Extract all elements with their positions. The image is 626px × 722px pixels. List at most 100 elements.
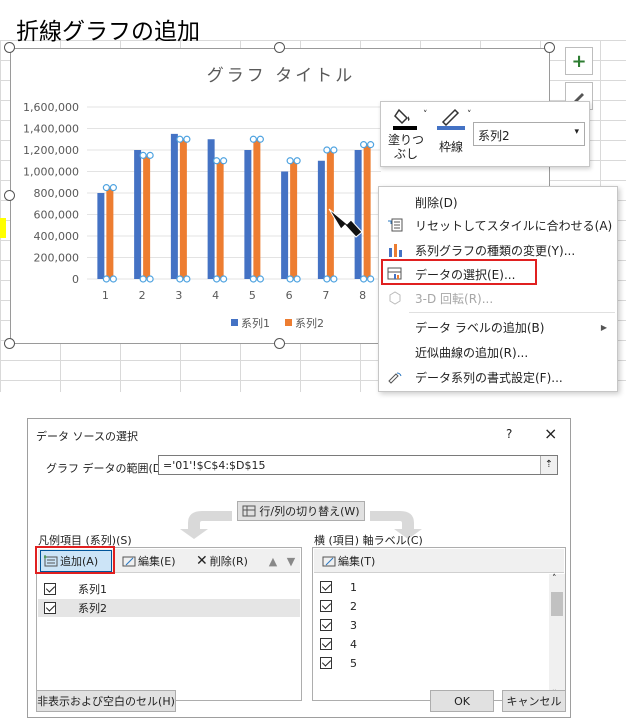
outline-dropdown-chevron-icon[interactable]: ˅ [467,110,472,120]
range-collapse-button[interactable]: ⇡ [540,456,557,474]
menu-item-add-data-labels[interactable]: データ ラベルの追加(B) ▶ [379,316,617,338]
series-checkbox[interactable] [44,583,56,595]
menu-item-delete[interactable]: 削除(D) [379,191,617,213]
axis-checkbox[interactable] [320,600,332,612]
scroll-up-icon[interactable]: ˄ [552,574,557,584]
chart-bar[interactable] [216,160,224,279]
menu-item-change-chart-type[interactable]: 系列グラフの種類の変更(Y)... [379,239,617,261]
help-button[interactable]: ? [506,427,512,441]
chart-bar[interactable] [179,139,187,279]
resize-handle-left-mid[interactable] [4,190,15,201]
series-name: 系列2 [78,602,107,615]
cancel-button[interactable]: キャンセル [502,690,566,712]
edit-series-button[interactable]: 編集(E) [118,550,186,572]
series-list-item-selected[interactable]: 系列2 [38,599,300,617]
x-tick-label: 1 [102,289,109,302]
x-tick-label: 3 [175,289,182,302]
x-tick-label: 6 [286,289,293,302]
axis-label-item[interactable]: 2 [314,597,550,615]
fill-button[interactable]: 塗りつ ぶし [387,106,425,164]
chart-type-icon [389,244,402,257]
pen-icon [441,108,460,126]
move-down-button[interactable]: ▼ [282,550,300,572]
menu-item-format-data-series[interactable]: データ系列の書式設定(F)... [379,366,617,388]
scrollbar-thumb[interactable] [551,592,563,616]
y-tick-label: 1,200,000 [23,144,79,157]
move-up-button[interactable]: ▲ [264,550,282,572]
selection-marker [102,275,110,283]
close-icon[interactable]: × [544,424,557,443]
axis-label-value: 1 [350,580,357,594]
fill-label-line2: ぶし [393,147,418,161]
chart-bar[interactable] [134,150,142,279]
series-checkbox[interactable] [44,602,56,614]
menu-item-reset-style[interactable]: リセットしてスタイルに合わせる(A) [379,214,617,236]
series-selector-dropdown[interactable]: 系列2 ▾ [473,122,585,146]
range-input[interactable]: ='01'!$C$4:$D$15 [158,455,558,475]
x-tick-label: 2 [139,289,146,302]
selection-marker [256,275,264,283]
selection-marker [220,275,228,283]
axis-labels-header: 横 (項目) 軸ラベル(C) [314,534,423,547]
resize-handle-top-right[interactable] [544,42,555,53]
chart-bar[interactable] [97,193,105,279]
selection-marker [330,275,338,283]
delete-button-label: 削除(R) [209,555,248,568]
chart-bar[interactable] [244,150,252,279]
axis-checkbox[interactable] [320,657,332,669]
menu-item-add-trendline[interactable]: 近似曲線の追加(R)... [379,341,617,363]
delete-series-button[interactable]: ✕ 削除(R) [192,550,260,572]
axis-label-item[interactable]: 1 [314,578,550,596]
chart-bar[interactable] [317,160,325,279]
switch-row-column-button[interactable]: 行/列の切り替え(W) [237,501,365,521]
fill-label-line1: 塗りつ [387,133,425,147]
axis-list-scrollbar[interactable]: ˄ ˅ [549,574,565,700]
selection-marker [360,275,368,283]
menu-item-label: 3-D 回転(R)... [415,291,494,306]
resize-handle-bottom-left[interactable] [4,338,15,349]
axis-label-item[interactable]: 3 [314,616,550,634]
axis-label-item[interactable]: 5 [314,654,550,672]
selection-marker [183,135,191,143]
resize-handle-bottom-mid[interactable] [274,338,285,349]
axis-labels-panel: 編集(T) 1 2 3 4 5 ˄ ˅ [312,547,566,701]
fill-dropdown-chevron-icon[interactable]: ˅ [423,110,428,120]
axis-checkbox[interactable] [320,638,332,650]
menu-separator [409,312,615,313]
ok-button[interactable]: OK [430,690,494,712]
switch-icon [242,505,256,517]
context-menu: 削除(D) リセットしてスタイルに合わせる(A) 系列グラフの種類の変更(Y).… [378,186,618,392]
chart-bar[interactable] [170,133,178,279]
reset-style-icon [388,218,403,232]
resize-handle-top-left[interactable] [4,42,15,53]
format-series-icon [388,372,402,384]
legend-swatch [285,319,292,326]
chart-bar[interactable] [290,160,298,279]
series-name: 系列1 [78,583,107,596]
chart-bar[interactable] [253,139,261,279]
cube-icon [389,291,401,305]
hidden-empty-cells-button[interactable]: 非表示および空白のセル(H) [36,690,176,712]
resize-handle-top-mid[interactable] [274,42,285,53]
hidden-cells-label: 非表示および空白のセル(H) [37,695,175,708]
axis-checkbox[interactable] [320,619,332,631]
selection-marker [286,157,294,165]
outline-button[interactable]: 枠線 [433,106,469,164]
delete-x-icon: ✕ [196,553,208,569]
chart-elements-button[interactable]: + [565,47,593,75]
axis-edit-label: 編集(T) [338,555,376,568]
selection-marker [256,135,264,143]
selection-marker [293,157,301,165]
chart-bar[interactable] [143,155,151,279]
series-list-item[interactable]: 系列1 [38,580,300,598]
axis-label-value: 3 [350,618,357,632]
chart-bar[interactable] [363,144,371,279]
fill-color-swatch [393,126,417,130]
chart-bar[interactable] [106,187,114,279]
axis-checkbox[interactable] [320,581,332,593]
menu-item-3d-rotation[interactable]: 3-D 回転(R)... [379,287,617,309]
edit-axis-labels-button[interactable]: 編集(T) [318,550,384,572]
axis-label-item[interactable]: 4 [314,635,550,653]
chart-bar[interactable] [354,150,362,279]
chart-bar[interactable] [281,171,289,280]
